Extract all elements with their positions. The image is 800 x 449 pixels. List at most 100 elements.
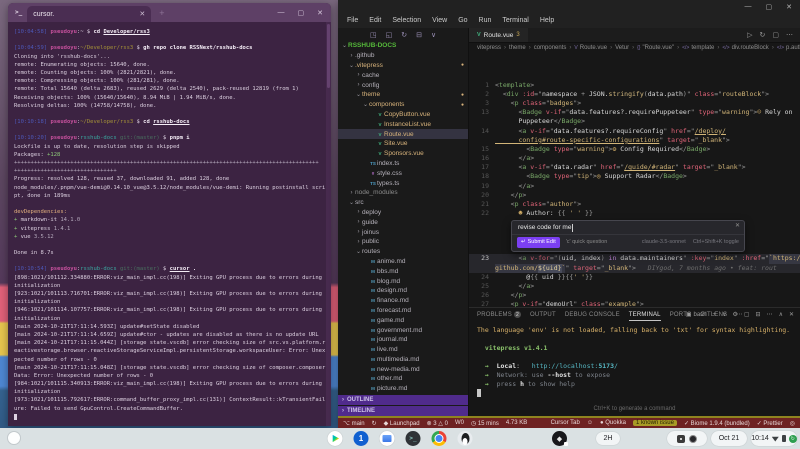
- status-item[interactable]: ✓ Prettier: [757, 420, 783, 427]
- terminal-panel-line[interactable]: The language 'env' is not loaded, fallin…: [477, 326, 800, 335]
- launcher-button[interactable]: [7, 431, 21, 445]
- date-pill[interactable]: Oct 21: [711, 431, 747, 446]
- terminal-line[interactable]: ++++++++++++++++++++++++++++++++++++++++…: [14, 159, 327, 167]
- menu-item-file[interactable]: File: [347, 17, 358, 24]
- status-item[interactable]: ☺: [587, 420, 593, 426]
- terminal-line[interactable]: remote: Compressing objects: 100% (281/2…: [14, 77, 327, 85]
- menu-item-edit[interactable]: Edit: [369, 17, 381, 24]
- tree-item-node_modules[interactable]: ›node_modules: [338, 188, 468, 198]
- terminal-line[interactable]: [14, 126, 327, 134]
- terminal-line[interactable]: Resolving deltas: 100% (14758/14758), do…: [14, 102, 327, 110]
- terminal-line[interactable]: remote: Enumerating objects: 15640, done…: [14, 61, 327, 69]
- panel-tab-terminal[interactable]: TERMINAL: [629, 308, 661, 321]
- close-icon[interactable]: ✕: [786, 3, 792, 11]
- terminal-line[interactable]: pt, done in 189ms: [14, 192, 327, 200]
- maximize-icon[interactable]: ▢: [298, 9, 305, 17]
- tree-item-deploy[interactable]: ›deploy: [338, 208, 468, 218]
- code-line[interactable]: 15 <Badge type="warning">⚙ Config Requir…: [469, 145, 800, 154]
- tree-item-.github[interactable]: ›.github: [338, 51, 468, 61]
- tree-item-sponsors.vue[interactable]: VSponsors.vue: [338, 149, 468, 159]
- maximize-panel-icon[interactable]: ∧: [779, 311, 783, 318]
- tree-item-site.vue[interactable]: VSite.vue: [338, 139, 468, 149]
- close-icon[interactable]: ✕: [139, 10, 145, 18]
- terminal-panel-line[interactable]: vitepress v1.4.1: [477, 344, 800, 353]
- terminal-titlebar[interactable]: >_ cursor. ✕ + — ▢ ✕: [8, 3, 331, 22]
- terminal-panel-line[interactable]: → Local: http://localhost:5173/: [477, 362, 800, 371]
- tree-item-public[interactable]: ›public: [338, 237, 468, 247]
- panel-tab-problems[interactable]: PROBLEMS2: [477, 308, 521, 321]
- breadcrumb-item[interactable]: vitepress: [477, 45, 501, 51]
- model-selector[interactable]: claude-3.5-sonnet: [642, 238, 686, 247]
- tree-item-anime.md[interactable]: Manime.md: [338, 257, 468, 267]
- tree-item-index.ts[interactable]: TSindex.ts: [338, 159, 468, 169]
- code-line[interactable]: 25 </a>: [469, 282, 800, 291]
- split-terminal-icon[interactable]: ▢: [744, 311, 750, 318]
- code-line[interactable]: github.com/${uid}`" target="_blank"> DIY…: [469, 264, 800, 273]
- tree-item-types.ts[interactable]: TStypes.ts: [338, 178, 468, 188]
- menu-item-view[interactable]: View: [432, 17, 447, 24]
- terminal-line[interactable]: Data: Error: Unexpected number of rows -…: [14, 372, 327, 380]
- terminal-line[interactable]: Cloning into 'rsshub-docs'...: [14, 53, 327, 61]
- breadcrumb-item[interactable]: </>p.author: [777, 45, 800, 51]
- tree-item-government.md[interactable]: Mgovernment.md: [338, 325, 468, 335]
- terminal-line[interactable]: [10:10:54] pseudoyu:rsshub-docs git:(mas…: [14, 265, 327, 273]
- tree-item-cache[interactable]: ›cache: [338, 70, 468, 80]
- terminal-line[interactable]: remote: Counting objects: 100% (2821/282…: [14, 69, 327, 77]
- code-line[interactable]: Puppeteer</Badge>: [469, 117, 800, 126]
- code-line[interactable]: 24 @{{ uid }}{{' '}}: [469, 273, 800, 282]
- terminal-line[interactable]: [14, 36, 327, 44]
- terminal-line[interactable]: Progress: resolved 128, reused 37, downl…: [14, 175, 327, 183]
- terminal-icon[interactable]: [406, 431, 421, 446]
- code-line[interactable]: config#route-specific-configurations" ta…: [469, 136, 800, 145]
- terminal-line[interactable]: + vue 3.5.12: [14, 233, 327, 241]
- terminal-line[interactable]: devDependencies:: [14, 208, 327, 216]
- new-terminal-icon[interactable]: +: [713, 312, 717, 318]
- cursor-inline-ai-popup[interactable]: ✕ revise code for me ↵ Submit Edit 'c' q…: [511, 220, 745, 252]
- terminal-line[interactable]: node_modules/.pnpm/vue-demi@0.14.10_vue@…: [14, 184, 327, 192]
- terminal-line[interactable]: [14, 241, 327, 249]
- terminal-line[interactable]: [10:10:20] pseudoyu:rsshub-docs git:(mas…: [14, 134, 327, 142]
- terminal-line[interactable]: eactivestorage.browser.reactiveStorageSe…: [14, 347, 327, 355]
- status-item[interactable]: 4.73 KB: [506, 420, 527, 426]
- new-tab-icon[interactable]: +: [159, 8, 164, 18]
- tree-item-style.css[interactable]: #style.css: [338, 168, 468, 178]
- breadcrumb-item[interactable]: </>div.routeBlock: [722, 45, 768, 51]
- terminal-line[interactable]: [984:1021/101115.340913:ERROR:viz_main_i…: [14, 380, 327, 388]
- tree-item-journal.md[interactable]: Mjournal.md: [338, 335, 468, 345]
- terminal-line[interactable]: pected number of rows - 0: [14, 356, 327, 364]
- breadcrumb-item[interactable]: </>template: [682, 45, 714, 51]
- menu-item-selection[interactable]: Selection: [392, 17, 421, 24]
- code-line[interactable]: 2 <div :id="namespace + JSON.stringify(d…: [469, 90, 800, 99]
- terminal-line[interactable]: remote: Total 15640 (delta 2683), reused…: [14, 85, 327, 93]
- breadcrumb-item[interactable]: components: [534, 45, 567, 51]
- tree-item-forecast.md[interactable]: Mforecast.md: [338, 306, 468, 316]
- tree-item-routes[interactable]: ⌄routes: [338, 247, 468, 257]
- terminal-line[interactable]: [main 2024-10-21T17:11:15.044Z] [storage…: [14, 339, 327, 347]
- terminal-line[interactable]: initialization: [14, 315, 327, 323]
- terminal-line[interactable]: [898:1021/101112.334880:ERROR:viz_main_i…: [14, 274, 327, 282]
- tree-item-rsshub-docs[interactable]: ⌄RSSHUB-DOCS: [338, 41, 468, 51]
- tree-item-other.md[interactable]: Mother.md: [338, 374, 468, 384]
- tree-item-copybutton.vue[interactable]: VCopyButton.vue: [338, 110, 468, 120]
- terminal-line[interactable]: +++++++++++++++++++++++++++++++: [14, 167, 327, 175]
- tree-item-picture.md[interactable]: Mpicture.md: [338, 384, 468, 394]
- terminal-panel-line[interactable]: [477, 353, 800, 362]
- tree-item-bbs.md[interactable]: Mbbs.md: [338, 266, 468, 276]
- breadcrumb-item[interactable]: Vetur: [615, 45, 629, 51]
- code-line[interactable]: 19 </a>: [469, 182, 800, 191]
- menu-item-help[interactable]: Help: [540, 17, 554, 24]
- bottom-panel[interactable]: PROBLEMS2OUTPUTDEBUG CONSOLETERMINALPORT…: [469, 307, 800, 416]
- chevron-down-icon[interactable]: ∨: [722, 311, 726, 318]
- status-item[interactable]: ⌥ main: [343, 420, 365, 427]
- ai-prompt-input[interactable]: revise code for me: [518, 223, 571, 232]
- status-item[interactable]: 1 known issue: [633, 420, 677, 426]
- terminal-line[interactable]: Packages: +128: [14, 151, 327, 159]
- code-line[interactable]: 21 <p class="author">: [469, 200, 800, 209]
- code-line[interactable]: 17 <a v-if="data.radar" href="/guide/#ra…: [469, 163, 800, 172]
- menu-item-go[interactable]: Go: [458, 17, 467, 24]
- submit-edit-button[interactable]: ↵ Submit Edit: [517, 237, 560, 248]
- code-line[interactable]: 23 <a v-for="(uid, index) in data.mainta…: [469, 254, 800, 263]
- code-line[interactable]: 16 </a>: [469, 154, 800, 163]
- terminal-window[interactable]: >_ cursor. ✕ + — ▢ ✕ [10:04:58] pseudoyu…: [8, 3, 331, 426]
- tree-item-blog.md[interactable]: Mblog.md: [338, 276, 468, 286]
